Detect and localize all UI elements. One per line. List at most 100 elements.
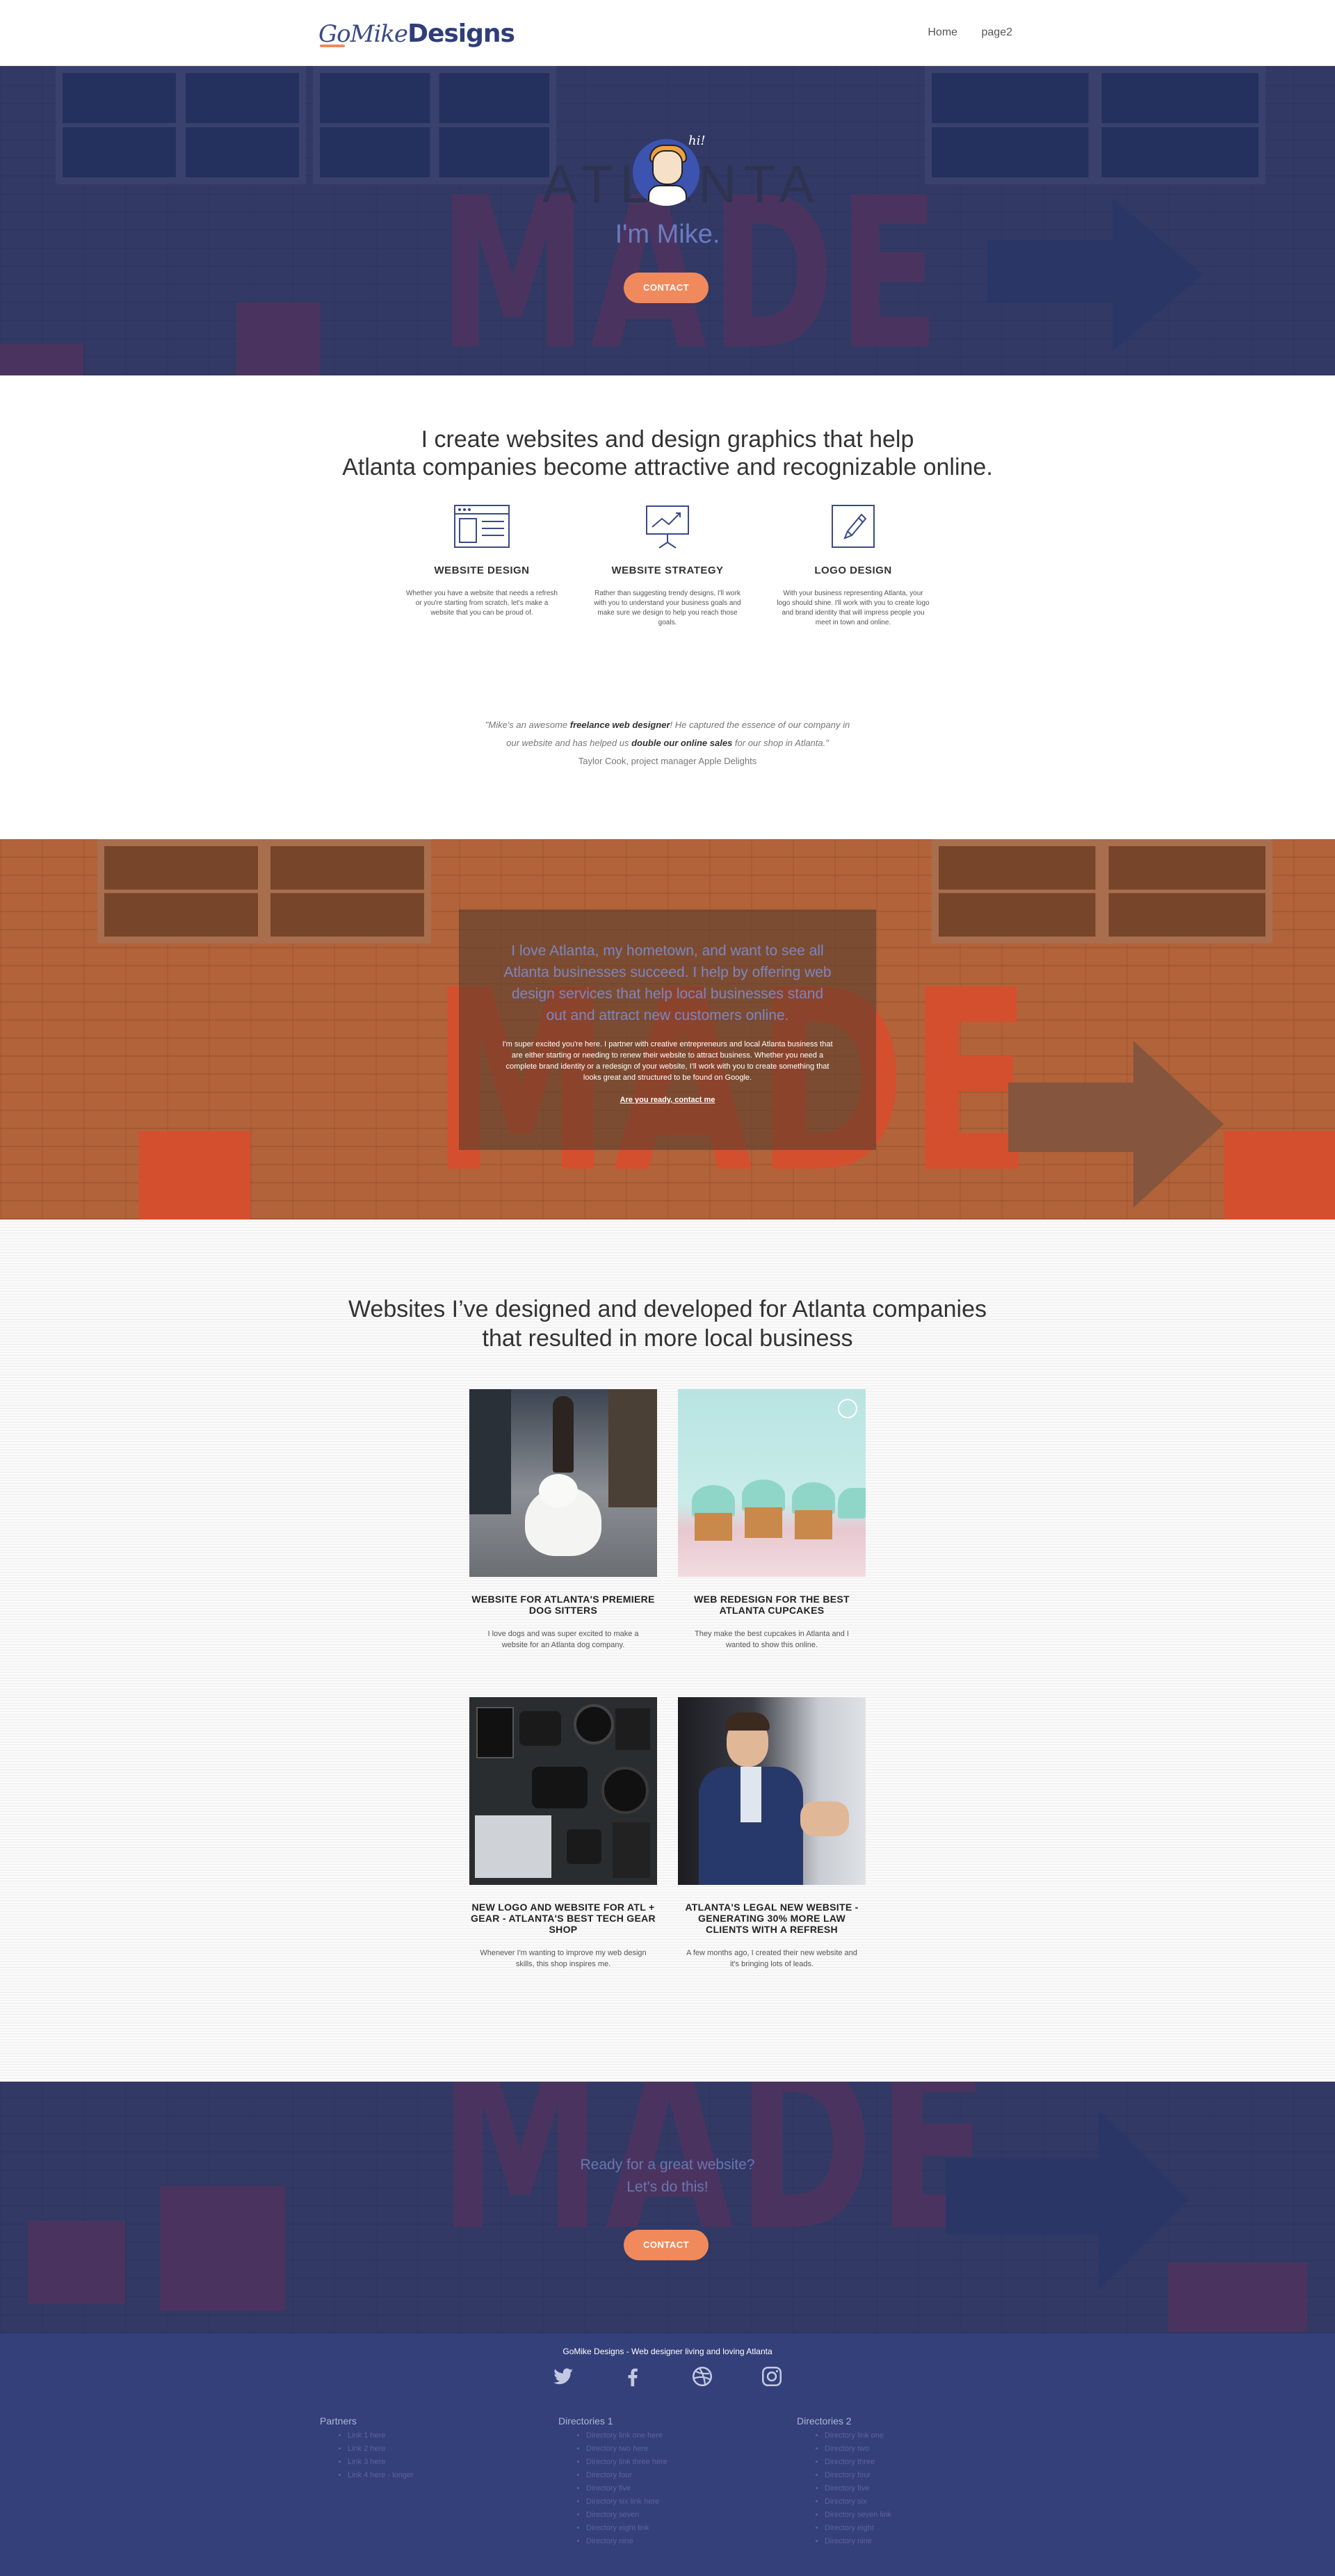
laptop-shape <box>475 1815 551 1878</box>
building-shape <box>469 1389 511 1514</box>
facebook-icon[interactable] <box>621 2365 645 2388</box>
footer-link[interactable]: Link 4 here - longer <box>348 2469 528 2482</box>
man-hand <box>800 1801 849 1836</box>
footer-link[interactable]: Directory eight <box>825 2522 1005 2535</box>
instagram-icon[interactable] <box>760 2365 784 2388</box>
cupcake-frosting <box>838 1488 866 1518</box>
site-logo[interactable]: GoMikeDesigns <box>318 17 515 50</box>
portfolio-card-text: They make the best cupcakes in Atlanta a… <box>695 1630 849 1649</box>
logo-go: Go <box>318 20 351 48</box>
footer-link[interactable]: Directory link one <box>825 2429 1005 2443</box>
gear-shape <box>567 1829 601 1864</box>
service-website-strategy: WEBSITE STRATEGY Rather than suggesting … <box>591 505 744 628</box>
lens-shape <box>574 1704 614 1744</box>
mike-avatar <box>633 139 699 206</box>
footer-link[interactable]: Link 3 here <box>348 2456 528 2469</box>
hi-bubble: hi! <box>688 133 706 148</box>
hero-title: I'm Mike. <box>615 220 720 249</box>
footer-column-title: Directories 1 <box>558 2415 613 2427</box>
cupcake-base <box>745 1507 782 1538</box>
logo-underline <box>320 44 345 47</box>
about-body: I'm super excited you're here. I partner… <box>502 1040 833 1082</box>
lens-shape <box>601 1767 649 1814</box>
footer-link-list: Directory link one here Directory two he… <box>558 2429 767 2548</box>
cta-line2: Let's do this! <box>626 2179 709 2195</box>
footer-link[interactable]: Directory two <box>825 2443 1005 2456</box>
footer-link[interactable]: Link 2 here <box>348 2443 528 2456</box>
footer-link[interactable]: Directory nine <box>825 2535 1005 2548</box>
balloon-icon <box>838 1399 857 1418</box>
avatar-face <box>652 150 683 185</box>
cta-contact-button[interactable]: CONTACT <box>624 2230 709 2260</box>
portfolio-heading-line1: Websites I’ve designed and developed for… <box>348 1296 987 1322</box>
logo-designs: Designs <box>407 19 515 48</box>
nav-link-home[interactable]: Home <box>928 26 957 38</box>
footer-link[interactable]: Directory link three here <box>586 2456 767 2469</box>
testimonial-highlight: double our online sales <box>631 738 733 748</box>
footer-link-list: Directory link one Directory two Directo… <box>797 2429 1005 2548</box>
logo-mike: Mike <box>350 20 408 48</box>
portfolio-card-legal[interactable]: ATLANTA'S LEGAL NEW WEBSITE - GENERATING… <box>678 1697 866 1970</box>
footer-link[interactable]: Directory five <box>586 2482 767 2495</box>
service-logo-design: LOGO DESIGN With your business represent… <box>777 505 930 628</box>
nav-link-page2[interactable]: page2 <box>982 26 1013 38</box>
about-panel: I love Atlanta, my hometown, and want to… <box>459 909 876 1150</box>
about-contact-link[interactable]: Are you ready, contact me <box>459 1096 876 1104</box>
footer-link[interactable]: Directory two here <box>586 2443 767 2456</box>
footer-link[interactable]: Directory six <box>825 2495 1005 2509</box>
main-menu: Home page2 <box>907 26 1012 39</box>
footer-column-title: Partners <box>320 2415 357 2427</box>
portfolio-card-dog-sitters[interactable]: WEBSITE FOR ATLANTA'S PREMIERE DOG SITTE… <box>469 1389 657 1651</box>
footer-link[interactable]: Link 1 here <box>348 2429 528 2443</box>
testimonial-text: for our shop in Atlanta." <box>732 738 829 748</box>
portfolio-card-title: WEB REDESIGN FOR THE BEST ATLANTA CUPCAK… <box>694 1594 850 1616</box>
presentation-chart-icon <box>640 505 695 549</box>
portfolio-card-text: A few months ago, I created their new we… <box>686 1949 857 1968</box>
twitter-icon[interactable] <box>551 2365 575 2388</box>
footer-column-directories-2: Directories 2 Directory link one Directo… <box>797 2415 1005 2548</box>
footer-link[interactable]: Directory nine <box>586 2535 767 2548</box>
footer-link-list: Link 1 here Link 2 here Link 3 here Link… <box>320 2429 528 2482</box>
man-hair <box>725 1712 770 1731</box>
about-lead: I love Atlanta, my hometown, and want to… <box>503 943 832 1023</box>
footer-link[interactable]: Directory three <box>825 2456 1005 2469</box>
gear-shape <box>615 1708 650 1750</box>
footer-column-directories-1: Directories 1 Directory link one here Di… <box>558 2415 767 2548</box>
man-shirt <box>741 1767 761 1822</box>
testimonial-cite: Taylor Cook, project manager Apple Delig… <box>578 756 757 766</box>
cta-line1: Ready for a great website? <box>580 2157 755 2173</box>
testimonial-text: "Mike's an awesome <box>485 720 570 730</box>
portfolio-card-text: I love dogs and was super excited to mak… <box>487 1630 639 1649</box>
services-heading: I create websites and design graphics th… <box>0 426 1335 481</box>
portfolio-image[interactable] <box>678 1697 866 1885</box>
cupcake-base <box>795 1510 832 1539</box>
top-nav: GoMikeDesigns Home page2 <box>0 0 1335 66</box>
footer-link[interactable]: Directory four <box>586 2469 767 2482</box>
portfolio-image[interactable] <box>469 1697 657 1885</box>
service-title: WEBSITE STRATEGY <box>611 565 724 576</box>
portfolio-card-tech-gear[interactable]: NEW LOGO AND WEBSITE FOR ATL + GEAR - AT… <box>469 1697 657 1970</box>
portfolio-card-cupcakes[interactable]: WEB REDESIGN FOR THE BEST ATLANTA CUPCAK… <box>678 1389 866 1651</box>
phone-shape <box>476 1707 514 1758</box>
camera-shape <box>519 1711 561 1746</box>
camera-shape <box>532 1767 588 1808</box>
footer-link[interactable]: Directory six link here <box>586 2495 767 2509</box>
testimonial-highlight: freelance web designer <box>569 720 670 730</box>
portfolio-image[interactable] <box>678 1389 866 1577</box>
footer-link[interactable]: Directory eight link <box>586 2522 767 2535</box>
portfolio-image[interactable] <box>469 1389 657 1577</box>
footer-link[interactable]: Directory five <box>825 2482 1005 2495</box>
cta-section: MADE <box>0 2082 1335 2333</box>
footer-link[interactable]: Directory four <box>825 2469 1005 2482</box>
portfolio-heading-line2: that resulted in more local business <box>482 1325 853 1352</box>
footer-link[interactable]: Directory seven link <box>825 2509 1005 2522</box>
dribbble-icon[interactable] <box>690 2365 714 2388</box>
footer-link[interactable]: Directory link one here <box>586 2429 767 2443</box>
hero-contact-button[interactable]: CONTACT <box>624 273 709 303</box>
services-heading-line2: Atlanta companies become attractive and … <box>342 454 993 480</box>
cta-overlay <box>0 2082 1335 2333</box>
footer-link[interactable]: Directory seven <box>586 2509 767 2522</box>
footer-tagline: GoMike Designs - Web designer living and… <box>563 2347 772 2356</box>
portfolio-heading: Websites I’ve designed and developed for… <box>0 1295 1335 1353</box>
footer-column-title: Directories 2 <box>797 2415 852 2427</box>
